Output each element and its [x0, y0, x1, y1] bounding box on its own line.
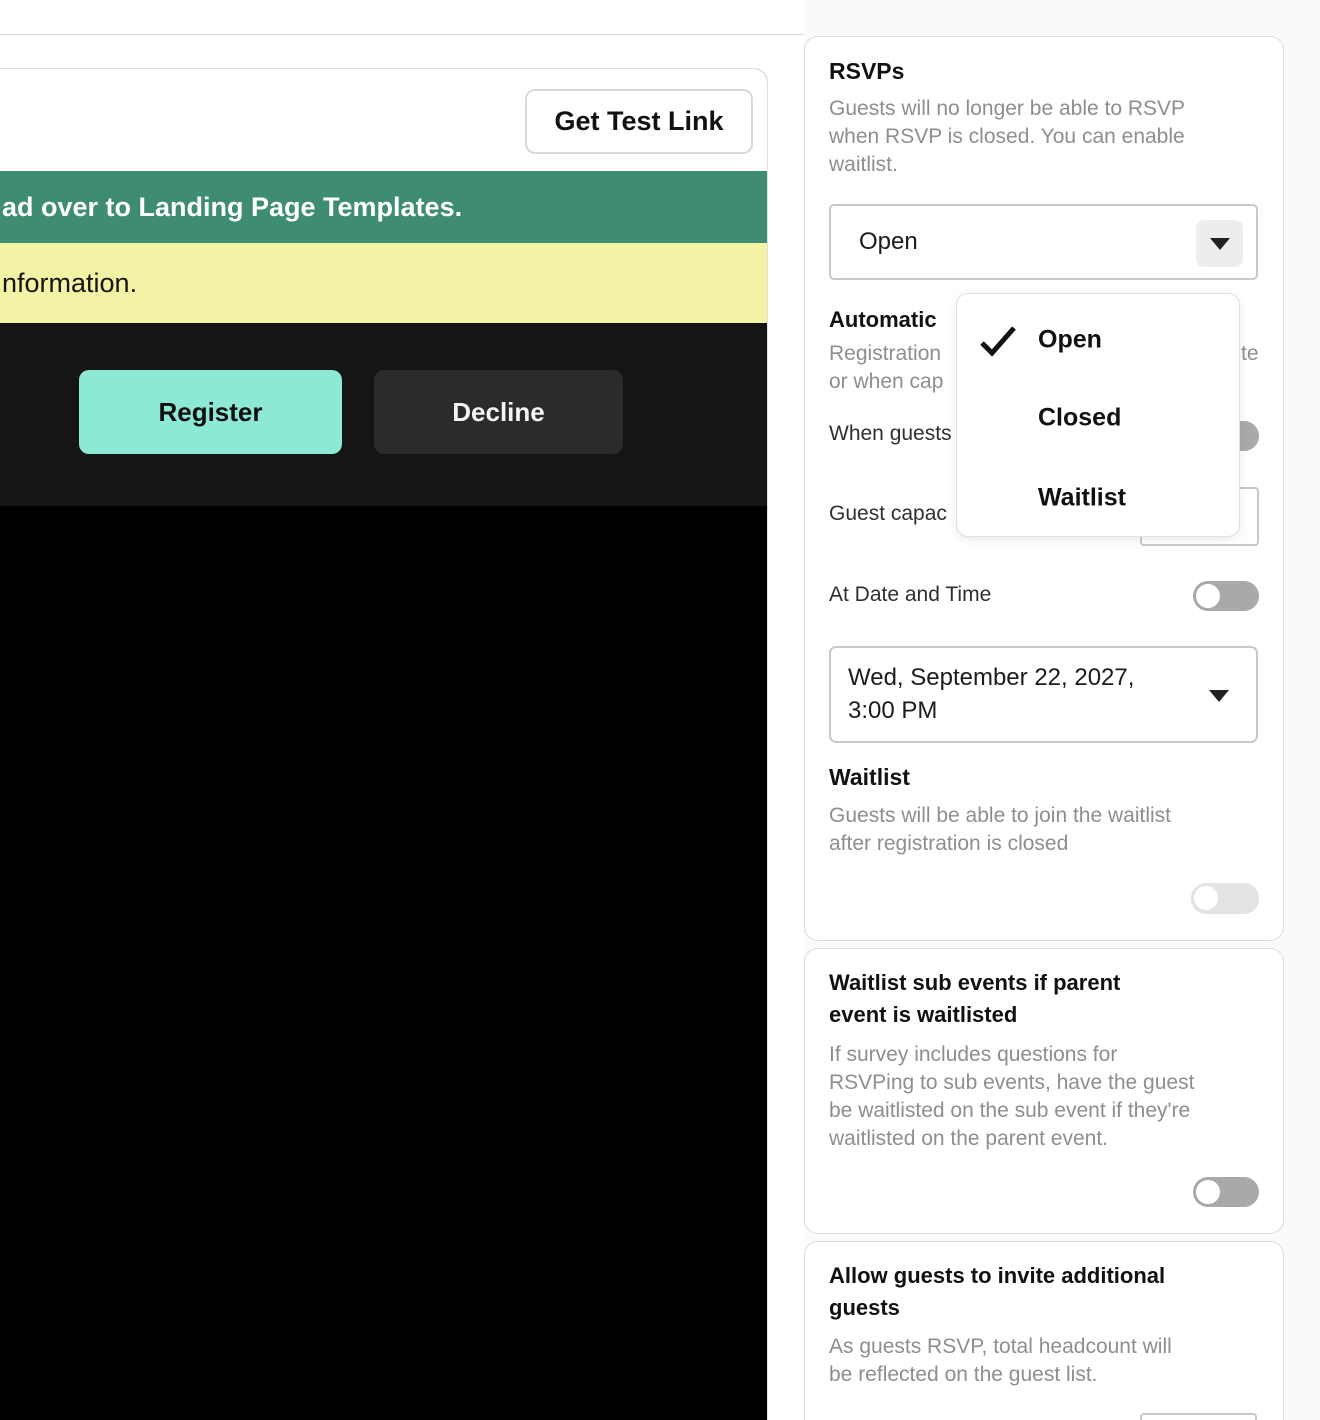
menu-item-label: Waitlist [1038, 484, 1126, 513]
close-date-value: Wed, September 22, 2027, 3:00 PM [848, 661, 1134, 727]
additional-guests-card: Allow guests to invite additional guests… [804, 1241, 1284, 1420]
rsvps-description: Guests will no longer be able to RSVP wh… [829, 95, 1269, 179]
preview-body-section [0, 506, 767, 1420]
additional-guests-description: As guests RSVP, total headcount will be … [829, 1333, 1269, 1389]
when-guests-label: When guests [829, 422, 952, 446]
at-date-and-time-label: At Date and Time [829, 583, 991, 607]
waitlist-description: Guests will be able to join the waitlist… [829, 802, 1269, 858]
automatic-desc-line1-left: Registration [829, 342, 941, 366]
automatic-section-heading: Automatic [829, 304, 937, 336]
toggle-knob [1196, 1180, 1220, 1204]
automatic-desc-line2: or when cap [829, 370, 943, 394]
landing-page-preview-card: Get Test Link ad over to Landing Page Te… [0, 68, 768, 1420]
caret-down-icon [1210, 238, 1230, 250]
register-button[interactable]: Register [79, 370, 342, 454]
yellow-notice-banner: nformation. [0, 243, 767, 323]
toggle-knob [1196, 584, 1220, 608]
sub-events-card: Waitlist sub events if parent event is w… [804, 948, 1284, 1234]
rsvps-title: RSVPs [829, 58, 904, 85]
waitlist-toggle[interactable] [1191, 883, 1259, 914]
automatic-desc-line1-right: te [1241, 342, 1259, 366]
green-notice-text: ad over to Landing Page Templates. [2, 192, 462, 223]
at-date-and-time-toggle[interactable] [1193, 581, 1259, 611]
rsvp-status-caret-button[interactable] [1196, 220, 1243, 267]
sub-events-description: If survey includes questions for RSVPing… [829, 1041, 1269, 1153]
top-divider [0, 34, 804, 35]
caret-down-icon [1209, 690, 1229, 702]
menu-item-label: Open [1038, 326, 1102, 355]
close-date-select[interactable]: Wed, September 22, 2027, 3:00 PM [829, 646, 1258, 743]
green-notice-banner: ad over to Landing Page Templates. [0, 171, 767, 243]
get-test-link-button[interactable]: Get Test Link [525, 89, 753, 154]
decline-button[interactable]: Decline [374, 370, 623, 454]
screen: Get Test Link ad over to Landing Page Te… [0, 0, 1320, 1420]
left-region: Get Test Link ad over to Landing Page Te… [0, 0, 804, 1420]
rsvp-status-menu: Open Closed Waitlist [956, 293, 1240, 537]
sub-events-title: Waitlist sub events if parent event is w… [829, 967, 1120, 1031]
sub-events-toggle[interactable] [1193, 1177, 1259, 1207]
toggle-knob [1194, 886, 1218, 910]
menu-item-label: Closed [1038, 404, 1121, 433]
additional-guests-input[interactable] [1140, 1413, 1257, 1420]
additional-guests-title: Allow guests to invite additional guests [829, 1260, 1165, 1324]
menu-item-open[interactable]: Open [957, 316, 1239, 364]
preview-header: Get Test Link [0, 69, 767, 171]
menu-item-closed[interactable]: Closed [957, 394, 1239, 442]
rsvp-status-value: Open [859, 228, 918, 256]
menu-item-waitlist[interactable]: Waitlist [957, 474, 1239, 522]
check-icon [977, 324, 1019, 363]
guest-capacity-label: Guest capac [829, 502, 947, 526]
rsvp-status-select[interactable]: Open [829, 204, 1258, 280]
waitlist-section-title: Waitlist [829, 764, 910, 791]
preview-hero-section: Register Decline [0, 323, 767, 506]
yellow-notice-text: nformation. [2, 268, 137, 299]
